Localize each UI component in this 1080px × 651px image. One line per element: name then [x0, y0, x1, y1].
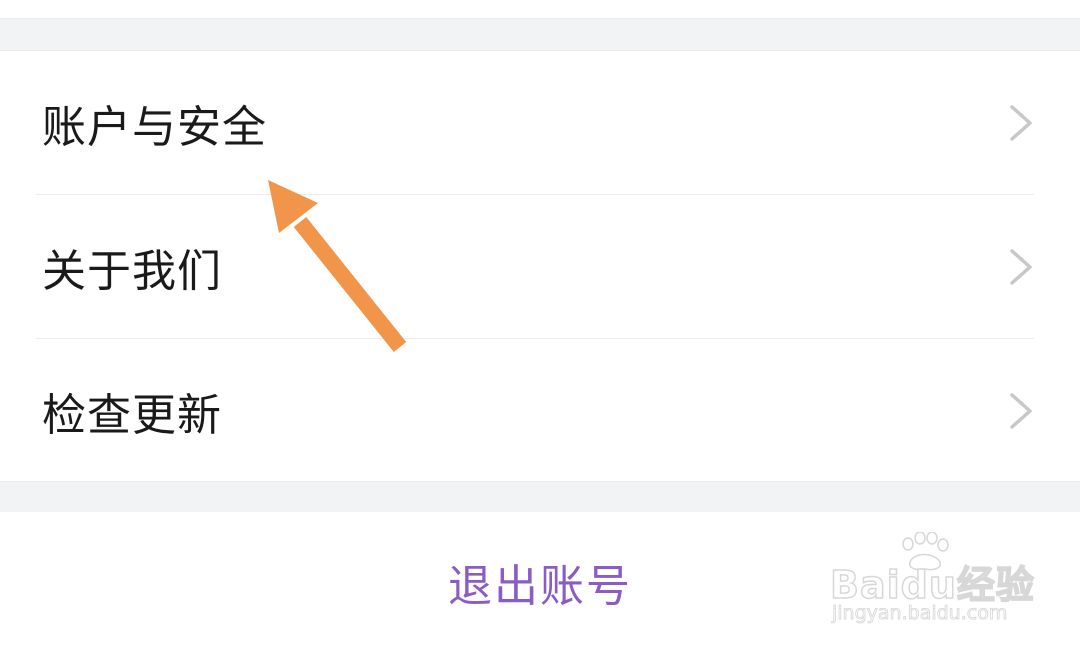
- menu-item-about-us[interactable]: 关于我们: [0, 195, 1080, 338]
- menu-item-account-security[interactable]: 账户与安全: [0, 51, 1080, 194]
- section-separator: [0, 19, 1080, 50]
- chevron-right-icon: [1010, 248, 1032, 285]
- settings-menu: 账户与安全 关于我们 检查更新: [0, 50, 1080, 482]
- menu-item-label: 账户与安全: [42, 101, 267, 153]
- top-section: [0, 0, 1080, 19]
- baidu-jingyan-watermark: Baidu经验 jingyan.baidu.com: [826, 532, 1035, 632]
- menu-item-label: 检查更新: [42, 389, 222, 441]
- chevron-right-icon: [1010, 104, 1032, 141]
- chevron-right-icon: [1010, 392, 1032, 429]
- watermark-title: Baidu经验: [829, 562, 1035, 608]
- section-separator: [0, 482, 1080, 512]
- logout-label: 退出账号: [448, 560, 632, 612]
- menu-item-label: 关于我们: [42, 245, 222, 297]
- menu-item-check-update[interactable]: 检查更新: [0, 339, 1080, 482]
- watermark-url: jingyan.baidu.com: [832, 602, 1008, 625]
